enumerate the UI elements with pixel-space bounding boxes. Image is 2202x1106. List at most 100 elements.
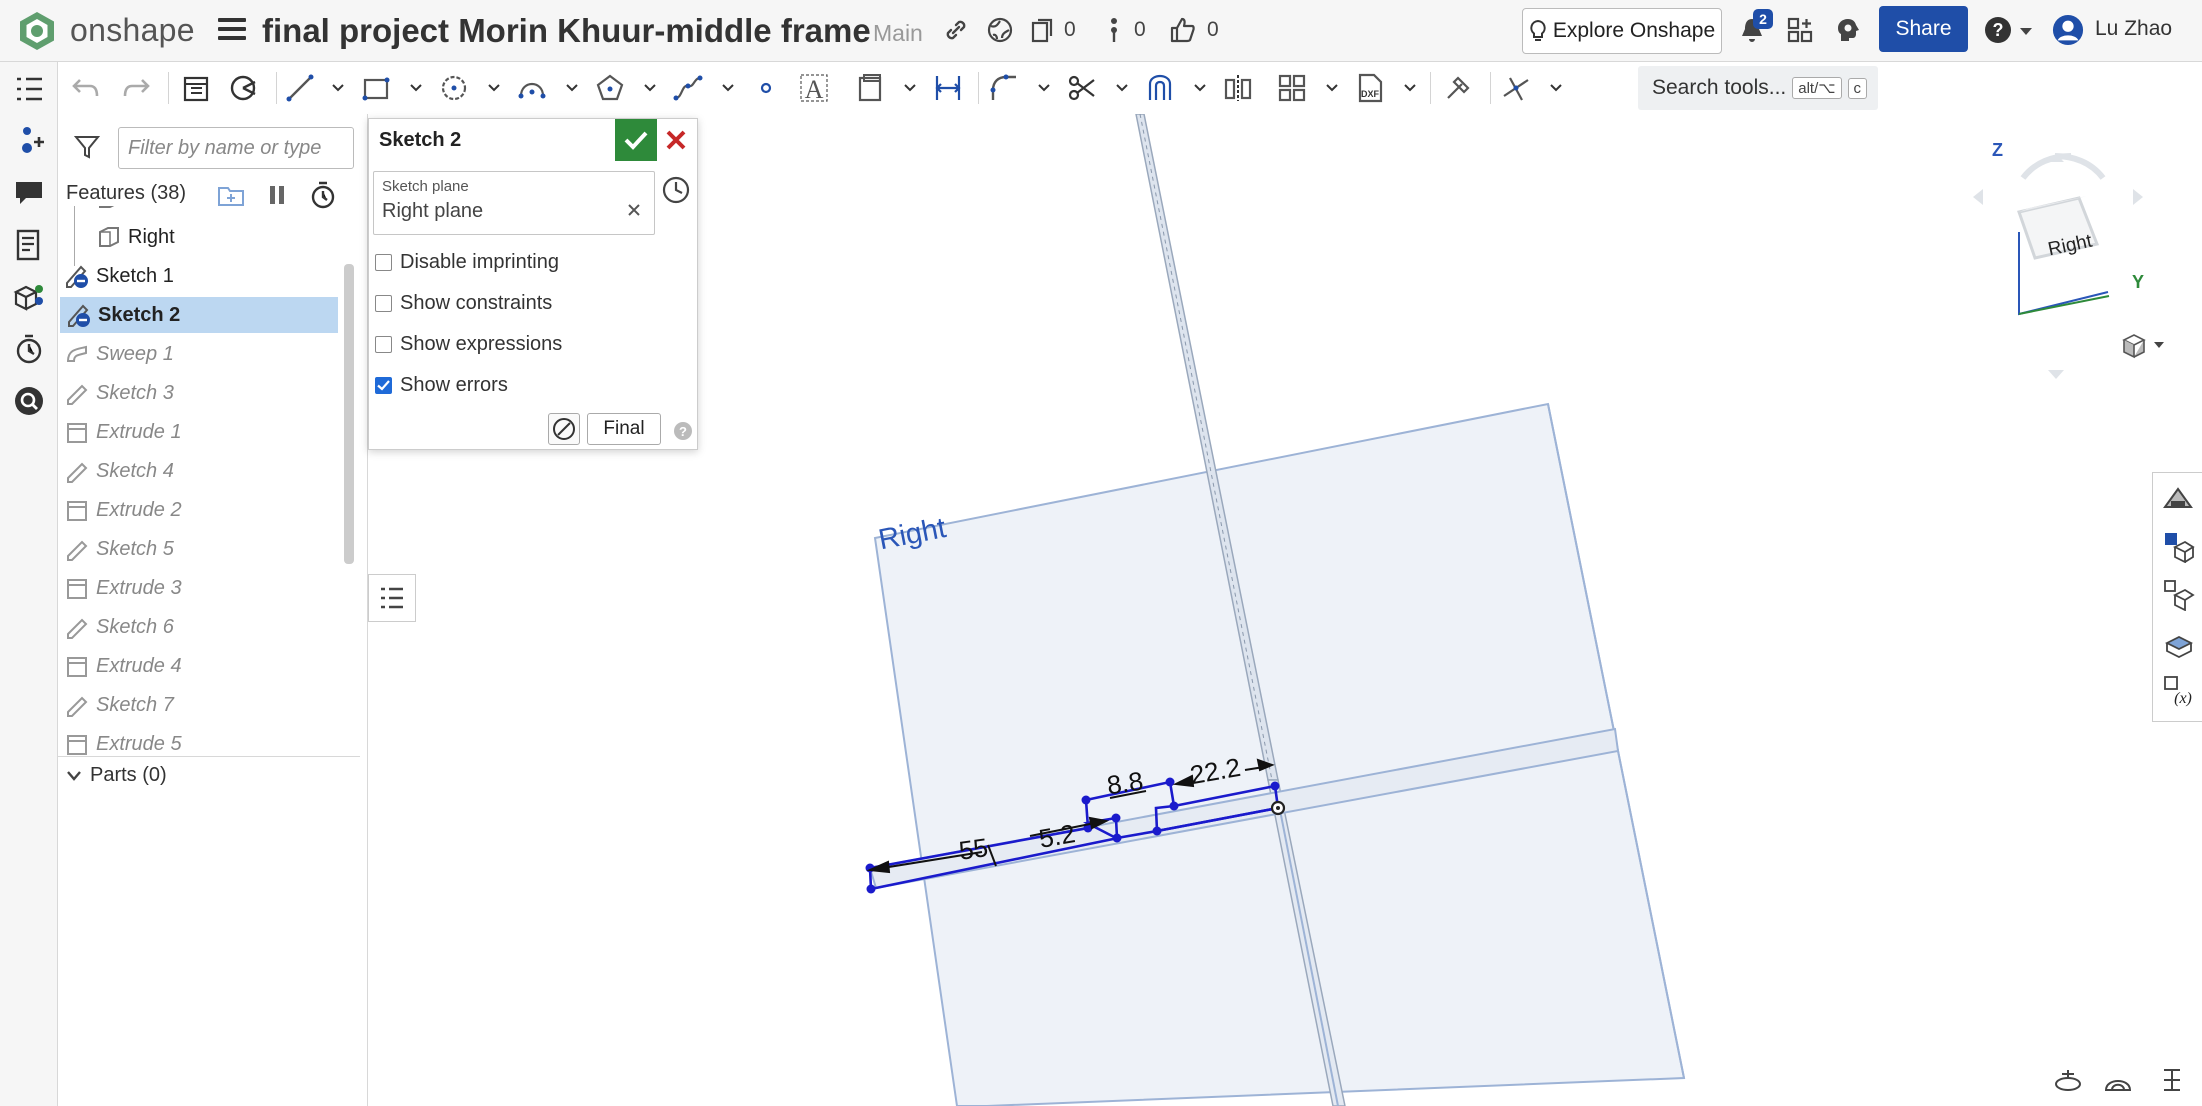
arc-tool-icon[interactable]	[516, 72, 548, 104]
construction-caret-icon[interactable]	[1550, 84, 1562, 92]
search-part-icon[interactable]	[12, 384, 46, 418]
pattern-tool-icon[interactable]	[1276, 72, 1308, 104]
offset-caret-icon[interactable]	[1194, 84, 1206, 92]
feature-list-toggle-icon[interactable]	[368, 574, 416, 622]
appearance-panel-icon[interactable]	[2161, 529, 2195, 563]
feature-tree-item[interactable]: Sketch 5	[58, 531, 338, 567]
variables-icon[interactable]: (x)	[2161, 673, 2195, 707]
link-icon[interactable]	[940, 14, 972, 46]
spline-caret-icon[interactable]	[722, 84, 734, 92]
circle-caret-icon[interactable]	[488, 84, 500, 92]
arc-caret-icon[interactable]	[566, 84, 578, 92]
share-button[interactable]: Share	[1879, 6, 1968, 52]
insert-part-icon[interactable]	[12, 124, 46, 158]
dxf-import-icon[interactable]: DXF	[1354, 72, 1386, 104]
dimension-label[interactable]: 8.8	[1105, 766, 1145, 802]
line-tool-icon[interactable]	[284, 72, 316, 104]
tasks-icon[interactable]	[1098, 14, 1130, 46]
feature-tree-item[interactable]: Sketch 4	[58, 453, 338, 489]
new-sketch-icon[interactable]	[180, 72, 212, 104]
versions-icon[interactable]	[1026, 14, 1058, 46]
branch-label[interactable]: Main	[873, 20, 923, 47]
feature-tree-item[interactable]: Front	[58, 206, 338, 216]
disable-imprinting-option[interactable]: Disable imprinting	[375, 251, 559, 274]
appearances-icon[interactable]	[12, 280, 46, 314]
line-caret-icon[interactable]	[332, 84, 344, 92]
dimension-label[interactable]: 5.2	[1037, 818, 1078, 855]
insert-caret-icon[interactable]	[904, 84, 916, 92]
help-caret-icon[interactable]	[2020, 28, 2032, 36]
feature-filter-input[interactable]: Filter by name or type	[118, 127, 354, 169]
section-view-icon[interactable]	[2161, 625, 2195, 659]
history-timer-icon[interactable]	[12, 332, 46, 366]
rectangle-caret-icon[interactable]	[410, 84, 422, 92]
feature-tree-item[interactable]: Sketch 2	[60, 297, 338, 333]
show-constraints-option[interactable]: Show constraints	[375, 292, 552, 315]
onshape-logo-icon[interactable]	[16, 10, 58, 52]
help-icon[interactable]: ?	[673, 421, 693, 441]
view-options-icon[interactable]	[2120, 332, 2168, 360]
disable-imprinting-checkbox[interactable]	[375, 254, 392, 271]
show-constraints-checkbox[interactable]	[375, 295, 392, 312]
feature-tree-item[interactable]: Sketch 3	[58, 375, 338, 411]
feature-tree-item[interactable]: Sketch 1	[58, 258, 338, 294]
feature-tree-item[interactable]: Extrude 2	[58, 492, 338, 528]
app-store-icon[interactable]	[1784, 14, 1816, 46]
undo-icon[interactable]	[70, 72, 102, 104]
main-menu-icon[interactable]	[218, 18, 246, 44]
feature-tree-scrollbar[interactable]	[344, 264, 354, 564]
rollback-icon[interactable]	[2052, 1066, 2084, 1094]
search-tools-button[interactable]: Search tools... alt/⌥ c	[1638, 66, 1878, 110]
globe-icon[interactable]	[984, 14, 1016, 46]
explore-onshape-button[interactable]: Explore Onshape	[1522, 8, 1722, 54]
accept-button[interactable]	[615, 119, 657, 161]
comments-icon[interactable]	[12, 176, 46, 210]
mass-properties-icon[interactable]	[2161, 577, 2195, 611]
feature-tree-item[interactable]: Extrude 1	[58, 414, 338, 450]
dxf-caret-icon[interactable]	[1404, 84, 1416, 92]
show-expressions-checkbox[interactable]	[375, 336, 392, 353]
camera-view-icon[interactable]	[2102, 1066, 2134, 1094]
feature-tree-item[interactable]: Extrude 3	[58, 570, 338, 606]
dimension-label[interactable]: 55	[957, 832, 990, 867]
spline-tool-icon[interactable]	[672, 72, 704, 104]
cancel-close-icon[interactable]	[663, 127, 689, 153]
user-name[interactable]: Lu Zhao	[2095, 17, 2172, 41]
redo-icon[interactable]	[120, 72, 152, 104]
like-icon[interactable]	[1166, 14, 1198, 46]
render-mode-icon[interactable]	[2156, 1066, 2188, 1094]
point-tool-icon[interactable]	[750, 72, 782, 104]
feature-list-icon[interactable]	[12, 72, 46, 106]
help-icon[interactable]: ?	[1982, 14, 2014, 46]
show-expressions-option[interactable]: Show expressions	[375, 333, 562, 356]
filter-icon[interactable]	[74, 134, 100, 160]
offset-tool-icon[interactable]	[1144, 72, 1176, 104]
final-button[interactable]: Final	[587, 413, 661, 445]
text-tool-icon[interactable]: A	[798, 72, 830, 104]
clear-selection-icon[interactable]	[626, 202, 642, 218]
mirror-tool-icon[interactable]	[1222, 72, 1254, 104]
sketch-solve-icon[interactable]	[548, 413, 580, 445]
history-clock-icon[interactable]	[661, 175, 691, 205]
document-title[interactable]: final project Morin Khuur-middle frame	[262, 12, 871, 50]
use-construction-icon[interactable]	[228, 72, 260, 104]
polygon-tool-icon[interactable]	[594, 72, 626, 104]
trim-tool-icon[interactable]	[1066, 72, 1098, 104]
feature-tree-item[interactable]: Right	[58, 219, 338, 255]
user-avatar-icon[interactable]	[2052, 14, 2084, 46]
fillet-tool-icon[interactable]	[988, 72, 1020, 104]
notes-icon[interactable]	[12, 228, 46, 262]
pattern-caret-icon[interactable]	[1326, 84, 1338, 92]
trim-caret-icon[interactable]	[1116, 84, 1128, 92]
sketch-plane-field[interactable]: Sketch plane Right plane	[373, 171, 655, 235]
feature-tree-item[interactable]: Sweep 1	[58, 336, 338, 372]
fillet-caret-icon[interactable]	[1038, 84, 1050, 92]
circle-tool-icon[interactable]	[438, 72, 470, 104]
feature-tree-item[interactable]: Extrude 4	[58, 648, 338, 684]
polygon-caret-icon[interactable]	[644, 84, 656, 92]
parts-section-header[interactable]: Parts (0)	[66, 764, 167, 787]
show-errors-option[interactable]: Show errors	[375, 374, 508, 397]
construction-tool-icon[interactable]	[1500, 72, 1532, 104]
dimension-tool-icon[interactable]	[932, 72, 964, 104]
learning-center-icon[interactable]	[1832, 14, 1864, 46]
